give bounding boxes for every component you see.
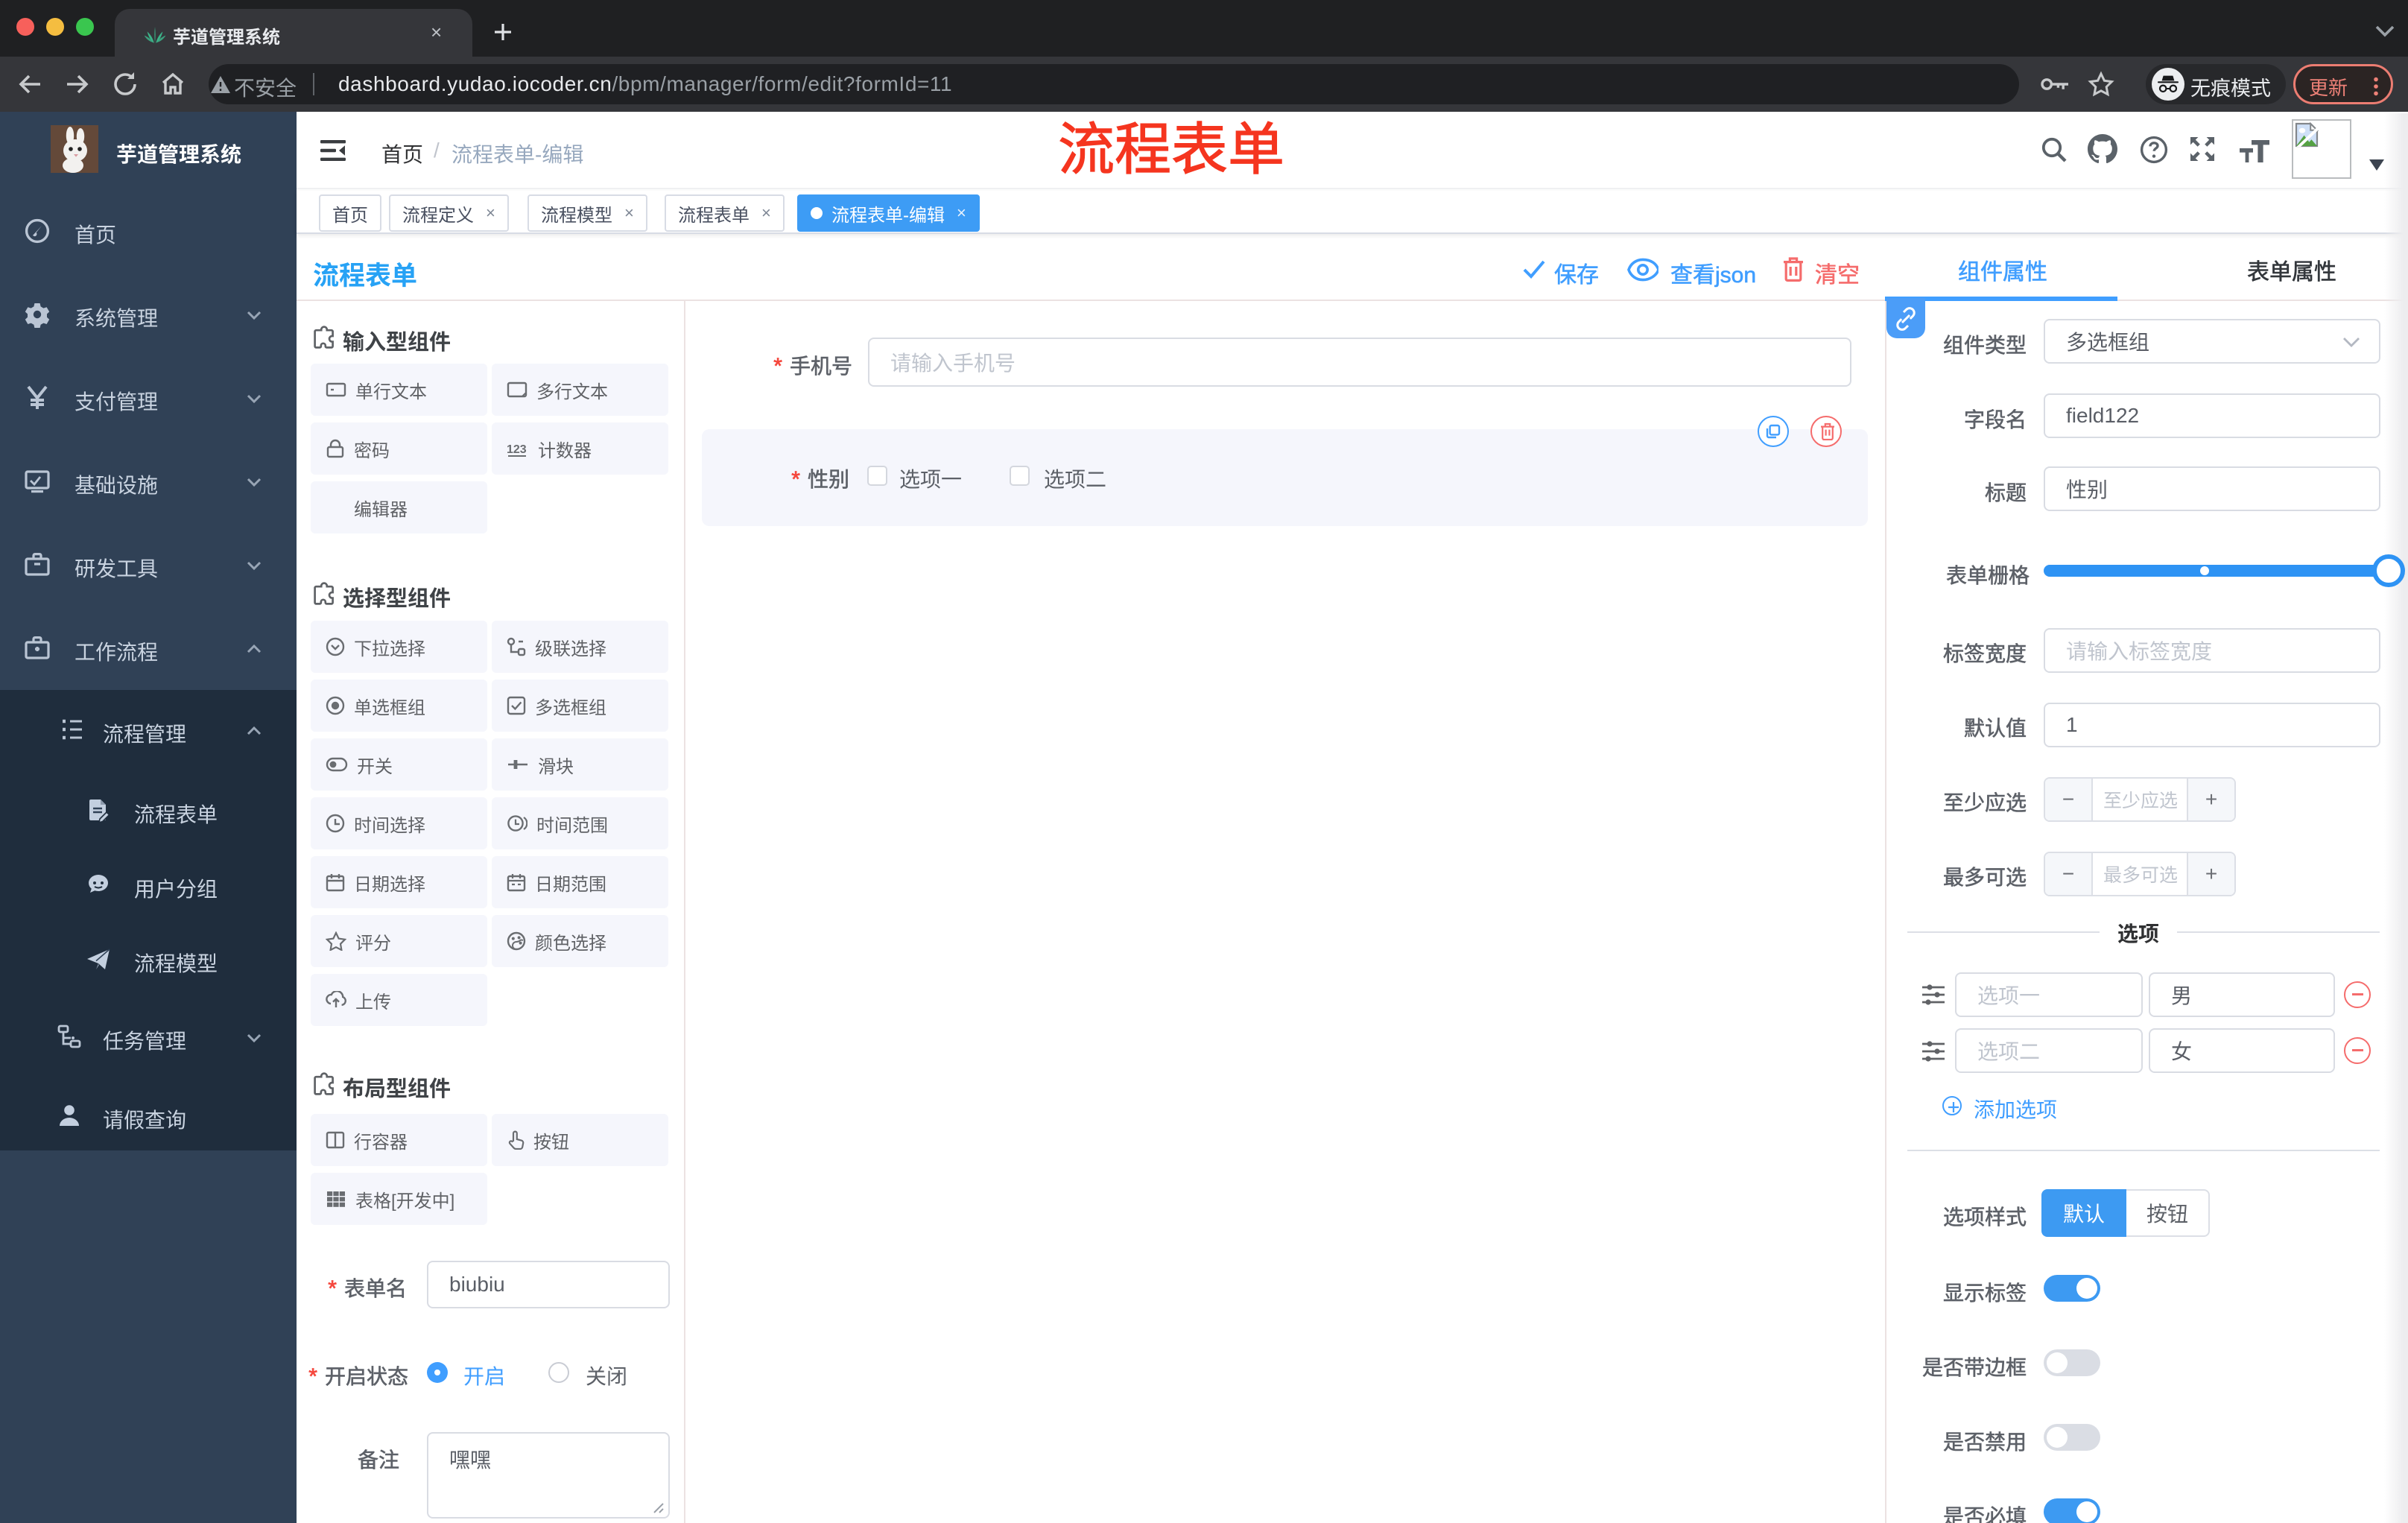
svg-text:123: 123 [507,443,527,456]
